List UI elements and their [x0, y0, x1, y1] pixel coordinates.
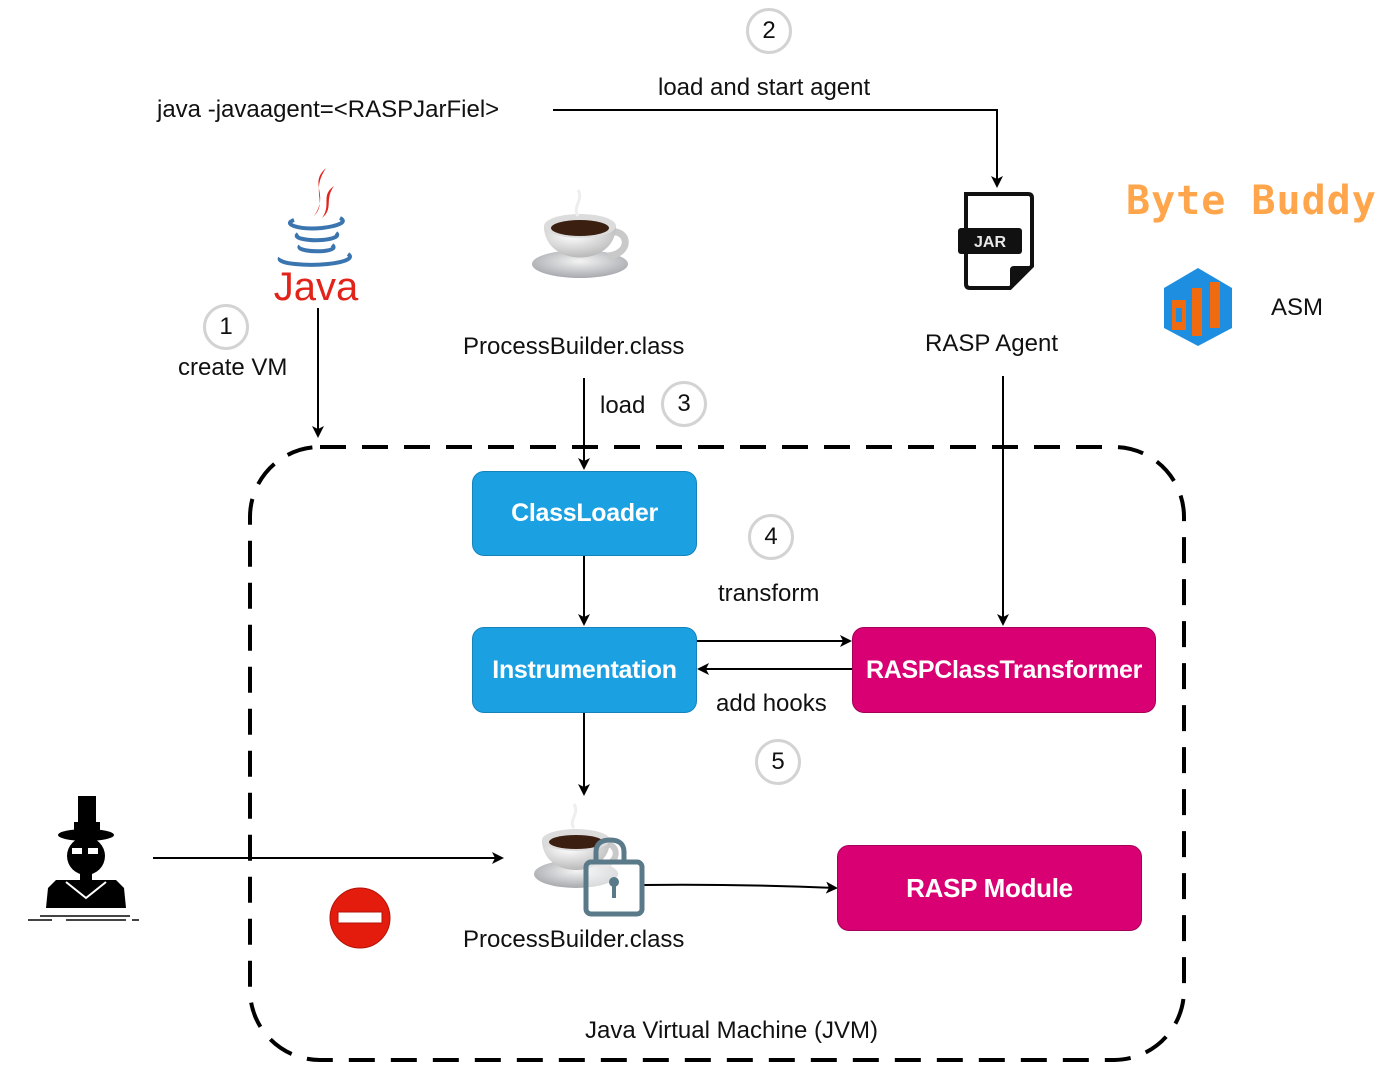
classloader-box: ClassLoader	[472, 471, 697, 556]
svg-text:Java: Java	[274, 265, 359, 309]
load-start-agent-label: load and start agent	[658, 74, 871, 101]
jvm-label: Java Virtual Machine (JVM)	[585, 1017, 878, 1044]
jvm-boundary	[248, 445, 1186, 1062]
hooked-processbuilder-icon	[530, 800, 650, 920]
connectors-layer	[153, 109, 1186, 1062]
no-entry-icon	[329, 887, 391, 949]
hooked-processbuilder-label: ProcessBuilder.class	[463, 926, 685, 953]
jar-file-icon: JAR	[958, 190, 1038, 292]
asm-logo-icon	[1158, 258, 1238, 348]
asm-label: ASM	[1271, 294, 1324, 321]
step-badge-1: 1	[203, 304, 249, 350]
rasp-class-transformer-box: RASPClassTransformer	[852, 627, 1156, 713]
arrow-to-rasp-module	[643, 881, 838, 894]
step-badge-4: 4	[748, 514, 794, 560]
coffee-cup-icon	[528, 188, 638, 283]
step-badge-2: 2	[746, 8, 792, 54]
instrumentation-box: Instrumentation	[472, 627, 697, 713]
svg-text:JAR: JAR	[974, 234, 1006, 251]
step-badge-3: 3	[661, 381, 707, 427]
rasp-module-box: RASP Module	[837, 845, 1142, 931]
arrow-load-agent	[553, 109, 1003, 188]
rasp-agent-label: RASP Agent	[925, 330, 1058, 357]
bytebuddy-logo: Byte Buddy	[1126, 178, 1377, 224]
load-label: load	[600, 392, 646, 419]
transform-label: transform	[718, 580, 820, 607]
step-badge-5: 5	[755, 739, 801, 785]
javaagent-command-label: java -javaagent=<RASPJarFiel>	[157, 96, 500, 123]
java-logo-icon: Java	[268, 164, 368, 309]
add-hooks-label: add hooks	[716, 690, 827, 717]
hacker-icon	[26, 792, 141, 922]
processbuilder-class-label: ProcessBuilder.class	[463, 333, 685, 360]
create-vm-label: create VM	[178, 354, 288, 381]
